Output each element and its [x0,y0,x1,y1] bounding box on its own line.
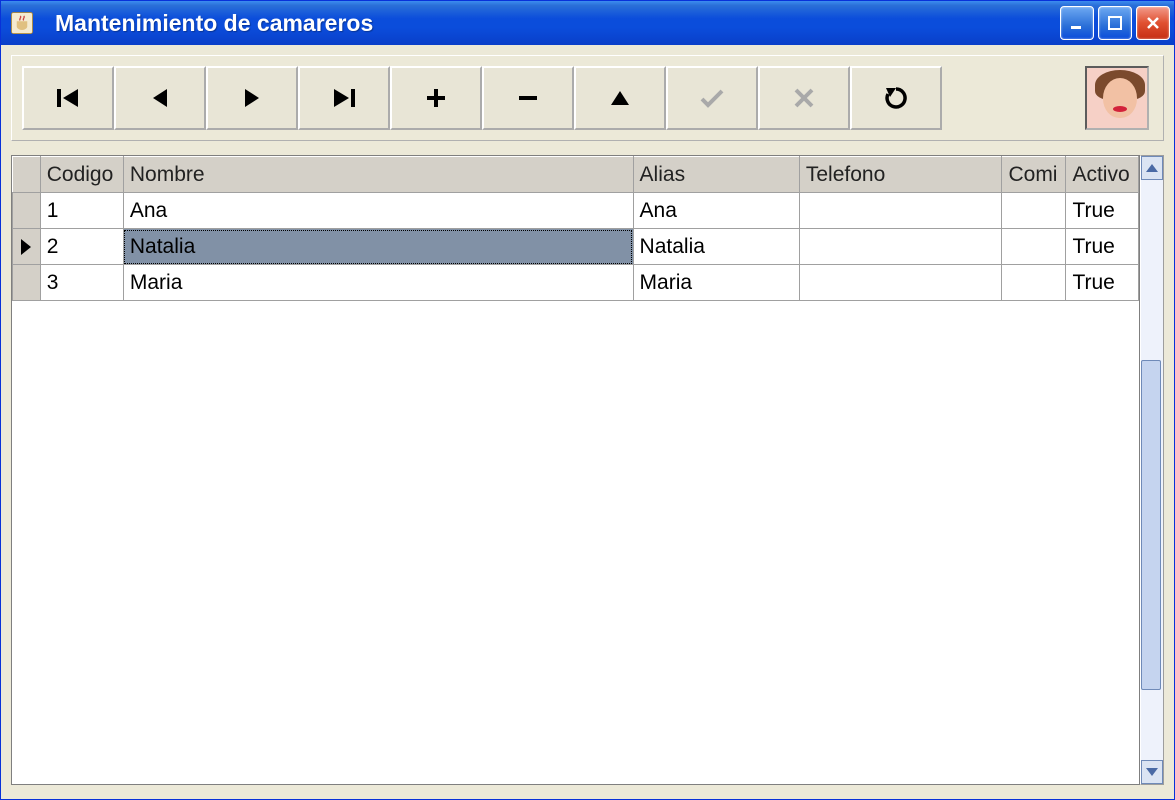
up-triangle-icon [608,86,632,110]
chevron-up-icon [1145,158,1159,179]
maximize-button[interactable] [1098,6,1132,40]
col-header-activo[interactable]: Activo [1066,157,1139,193]
refresh-button[interactable] [850,66,942,130]
check-icon [698,86,726,110]
scroll-thumb[interactable] [1141,360,1161,690]
grid-header-row: Codigo Nombre Alias Telefono Comi Activo [13,157,1139,193]
chevron-down-icon [1145,762,1159,783]
cell-comi[interactable] [1002,193,1066,229]
refresh-icon [883,85,909,111]
data-grid-area: Codigo Nombre Alias Telefono Comi Activo… [11,155,1164,785]
avatar-image [1085,66,1149,130]
prev-button[interactable] [114,66,206,130]
add-button[interactable] [390,66,482,130]
cell-comi[interactable] [1002,229,1066,265]
vertical-scrollbar[interactable] [1140,155,1164,785]
titlebar[interactable]: Mantenimiento de camareros [1,1,1174,45]
cell-alias[interactable]: Maria [633,265,799,301]
data-grid[interactable]: Codigo Nombre Alias Telefono Comi Activo… [11,155,1140,785]
next-icon [240,86,264,110]
row-indicator[interactable] [13,193,41,229]
cell-alias[interactable]: Natalia [633,229,799,265]
edit-button[interactable] [574,66,666,130]
col-header-alias[interactable]: Alias [633,157,799,193]
prev-icon [148,86,172,110]
scroll-up-button[interactable] [1141,156,1163,180]
cell-codigo[interactable]: 1 [40,193,123,229]
col-header-comi[interactable]: Comi [1002,157,1066,193]
post-button [666,66,758,130]
navigator-toolbar [11,55,1164,141]
next-button[interactable] [206,66,298,130]
table-row[interactable]: 1AnaAnaTrue [13,193,1139,229]
cell-alias[interactable]: Ana [633,193,799,229]
col-header-codigo[interactable]: Codigo [40,157,123,193]
cell-telefono[interactable] [799,265,1002,301]
close-button[interactable] [1136,6,1170,40]
remove-button[interactable] [482,66,574,130]
col-header-indicator[interactable] [13,157,41,193]
plus-icon [424,86,448,110]
cell-activo[interactable]: True [1066,193,1139,229]
minimize-button[interactable] [1060,6,1094,40]
last-button[interactable] [298,66,390,130]
cell-nombre[interactable]: Maria [123,265,633,301]
cancel-button [758,66,850,130]
cell-telefono[interactable] [799,193,1002,229]
row-indicator[interactable] [13,265,41,301]
x-icon [792,86,816,110]
last-icon [330,86,358,110]
window-title: Mantenimiento de camareros [51,10,1060,37]
first-button[interactable] [22,66,114,130]
current-row-marker-icon [21,239,31,255]
table-row[interactable]: 2NataliaNataliaTrue [13,229,1139,265]
cell-telefono[interactable] [799,229,1002,265]
app-window: Mantenimiento de camareros [0,0,1175,800]
col-header-nombre[interactable]: Nombre [123,157,633,193]
cell-activo[interactable]: True [1066,229,1139,265]
row-indicator[interactable] [13,229,41,265]
minus-icon [516,86,540,110]
client-area: Codigo Nombre Alias Telefono Comi Activo… [1,45,1174,799]
table-row[interactable]: 3MariaMariaTrue [13,265,1139,301]
scroll-track[interactable] [1141,180,1163,760]
cell-codigo[interactable]: 3 [40,265,123,301]
cell-codigo[interactable]: 2 [40,229,123,265]
scroll-down-button[interactable] [1141,760,1163,784]
java-cup-icon [5,6,39,40]
cell-nombre[interactable]: Ana [123,193,633,229]
cell-nombre[interactable]: Natalia [123,229,633,265]
first-icon [54,86,82,110]
cell-comi[interactable] [1002,265,1066,301]
col-header-telefono[interactable]: Telefono [799,157,1002,193]
cell-activo[interactable]: True [1066,265,1139,301]
